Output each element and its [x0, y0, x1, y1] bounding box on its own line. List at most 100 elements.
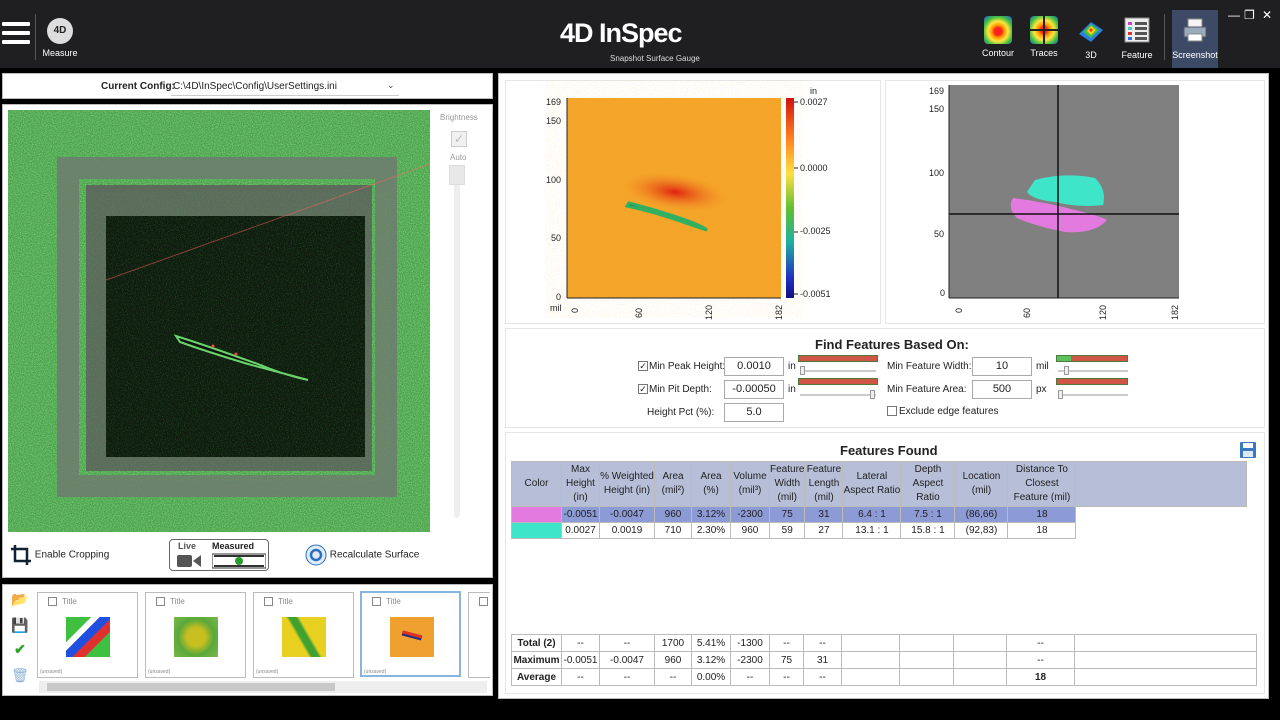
measure-button[interactable]: 4D Measure — [42, 18, 78, 58]
y-tick-label: 0 — [556, 292, 562, 302]
header-area[interactable]: Area (mil²) — [654, 461, 692, 507]
header-filler — [1075, 461, 1247, 507]
thumbnail-item[interactable] — [468, 592, 490, 678]
checkmark-icon[interactable]: ✔ — [11, 641, 29, 657]
contour-label: Contour — [981, 48, 1015, 58]
min-area-slider[interactable] — [1058, 390, 1128, 399]
contour-button[interactable]: Contour — [978, 16, 1018, 58]
min-pit-label: Min Pit Depth: — [649, 384, 712, 395]
totals-table: Total (2) -- -- 1700 5.41% -1300 -- -- -… — [511, 634, 1257, 686]
features-found-title: Features Found — [840, 443, 938, 458]
thumbnail-checkbox[interactable] — [372, 597, 381, 606]
totals-cell: -0.0051 — [561, 651, 600, 669]
config-underline — [171, 95, 399, 96]
min-pit-input[interactable]: -0.00050 — [724, 380, 784, 399]
header-feature-length[interactable]: Feature Length (mil) — [804, 461, 844, 507]
thumbnail-item-selected[interactable]: Title (unsaved) — [360, 591, 461, 677]
config-select[interactable]: C:\4D\InSpec\Config\UserSettings.ini — [173, 81, 337, 92]
recalculate-surface-button[interactable]: Recalculate Surface — [305, 544, 419, 566]
brightness-slider-thumb[interactable] — [449, 165, 465, 185]
totals-cell: -- — [769, 668, 804, 686]
thumbnail-checkbox[interactable] — [156, 597, 165, 606]
min-pit-slider[interactable] — [800, 390, 876, 399]
header-lateral-aspect[interactable]: Lateral Aspect Ratio — [842, 461, 902, 507]
screenshot-button[interactable]: Screenshot — [1172, 10, 1218, 68]
header-max-height[interactable]: Max Height (in) — [561, 461, 600, 507]
thumbnail-checkbox[interactable] — [479, 597, 488, 606]
table-row[interactable]: 0.0027 0.0019 710 2.30% 960 59 27 13.1 :… — [511, 522, 1247, 539]
min-width-input[interactable]: 10 — [972, 357, 1032, 376]
min-pit-checkbox[interactable]: ✓ — [638, 384, 648, 394]
slider-thumb[interactable] — [1064, 366, 1069, 375]
header-area-pct[interactable]: Area (%) — [691, 461, 731, 507]
scrollbar-thumb[interactable] — [47, 683, 335, 691]
thumbnail-item[interactable]: Title (unsaved) — [145, 592, 246, 678]
colorbar-tick: 0.0027 — [800, 97, 828, 107]
enable-cropping-toggle[interactable]: Enable Cropping — [10, 544, 109, 566]
height-pct-input[interactable]: 5.0 — [724, 403, 784, 422]
slider-thumb[interactable] — [800, 366, 805, 375]
header-depth-aspect[interactable]: Depth Aspect Ratio — [900, 461, 956, 507]
header-distance[interactable]: Distance To Closest Feature (mil) — [1007, 461, 1077, 507]
cell-width: 75 — [768, 506, 806, 523]
totals-cell: -- — [730, 668, 770, 686]
header-volume[interactable]: Volume (mil³) — [730, 461, 770, 507]
colorbar-tick: -0.0025 — [800, 226, 831, 236]
min-peak-input[interactable]: 0.0010 — [724, 357, 784, 376]
totals-cell — [953, 634, 1007, 652]
thumbnail-scrollbar[interactable] — [39, 681, 487, 693]
cell-max-height: 0.0027 — [561, 522, 600, 539]
cell-distance: 18 — [1007, 522, 1077, 539]
totals-filler — [1074, 634, 1257, 652]
exclude-edge-checkbox[interactable] — [887, 406, 897, 416]
traces-button[interactable]: Traces — [1024, 16, 1064, 58]
restore-icon[interactable]: ❐ — [1244, 8, 1255, 22]
feature-button[interactable]: Feature — [1117, 16, 1157, 60]
thumbnail-checkbox[interactable] — [48, 597, 57, 606]
recalculate-icon — [305, 544, 327, 566]
min-peak-slider[interactable] — [800, 366, 876, 375]
brightness-checkbox[interactable]: ✓ — [451, 131, 467, 147]
contour-icon — [984, 16, 1012, 44]
header-feature-width[interactable]: Feature Width (mil) — [768, 461, 806, 507]
exclude-edge-label: Exclude edge features — [899, 406, 999, 417]
export-save-icon[interactable] — [1239, 441, 1257, 459]
header-color[interactable]: Color — [511, 461, 562, 507]
traces-label: Traces — [1030, 48, 1058, 58]
cell-depth-aspect: 15.8 : 1 — [900, 522, 956, 539]
slider-thumb[interactable] — [870, 390, 875, 399]
min-area-input[interactable]: 500 — [972, 380, 1032, 399]
thumbnail-checkbox[interactable] — [264, 597, 273, 606]
y-tick-label: 100 — [929, 168, 945, 178]
thumbnail-item[interactable]: Title (unsaved) — [37, 592, 138, 678]
totals-cell: -- — [803, 668, 842, 686]
chevron-down-icon[interactable]: ⌄ — [387, 80, 395, 91]
min-area-range-bar — [1056, 378, 1128, 385]
3d-button[interactable]: 3D — [1071, 16, 1111, 60]
thumbnail-item[interactable]: Title (unsaved) — [253, 592, 354, 678]
find-features-title: Find Features Based On: — [815, 337, 969, 352]
live-measured-toggle[interactable]: Live Measured — [169, 539, 269, 571]
header-weighted-height[interactable]: % Weighted Height (in) — [599, 461, 655, 507]
trash-icon[interactable]: 🗑 — [11, 667, 29, 683]
header-location[interactable]: Location (mil) — [954, 461, 1009, 507]
totals-cell: 75 — [769, 651, 804, 669]
brightness-slider[interactable] — [454, 168, 460, 518]
min-peak-checkbox[interactable]: ✓ — [638, 361, 648, 371]
hamburger-menu-icon[interactable] — [2, 22, 30, 48]
save-icon[interactable]: 💾 — [11, 617, 29, 633]
min-width-slider[interactable] — [1058, 366, 1128, 375]
screenshot-icon — [1183, 18, 1207, 42]
totals-cell: 960 — [654, 651, 692, 669]
minimize-icon[interactable]: — — [1228, 8, 1240, 22]
slider-thumb[interactable] — [1058, 390, 1063, 399]
thumbnail-status: (unsaved) — [364, 669, 387, 675]
close-icon[interactable]: ✕ — [1262, 8, 1272, 22]
recalculate-label: Recalculate Surface — [329, 549, 420, 561]
open-folder-icon[interactable]: 📂 — [11, 591, 29, 607]
logo-text: 4D InSpec — [560, 18, 683, 48]
cell-width: 59 — [768, 522, 806, 539]
totals-cell: -- — [1006, 634, 1075, 652]
table-row[interactable]: -0.0051 -0.0047 960 3.12% -2300 75 31 6.… — [511, 506, 1247, 523]
cell-filler — [1075, 506, 1247, 523]
